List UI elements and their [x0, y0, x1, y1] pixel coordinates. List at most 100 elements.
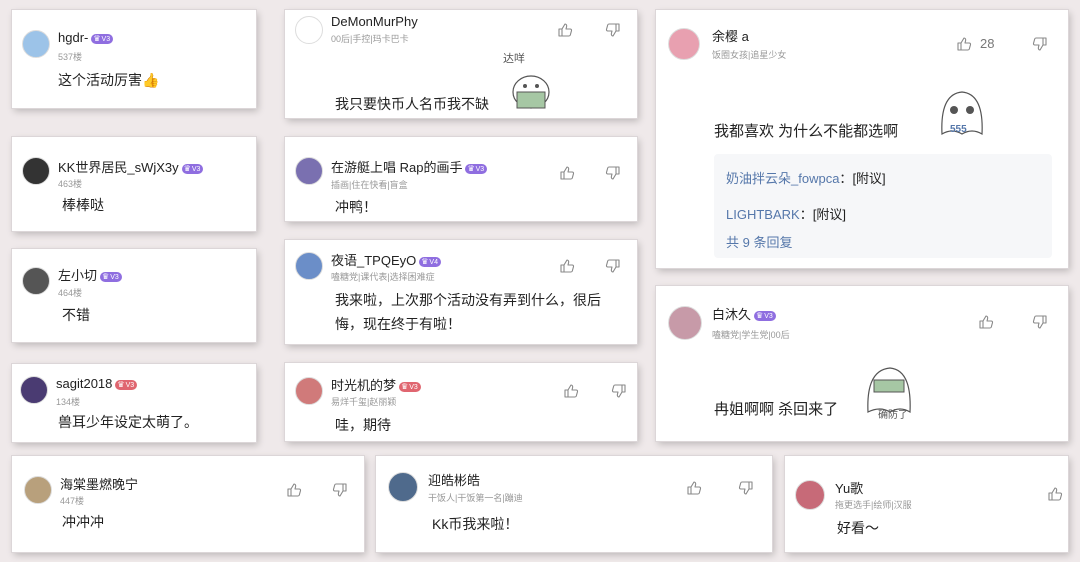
comment-text: Kk币我来啦！	[432, 516, 519, 532]
comment-text: 我来啦，上次那个活动没有弄到什么，很后悔，现在终于有啦！	[335, 292, 601, 332]
username[interactable]: KK世界居民_sWjX3yV3	[58, 157, 204, 176]
comment-card-time-machine: 时光机的梦V3 易烊千玺|赵丽颖 哇，期待	[285, 363, 637, 441]
sticker: 达咩	[499, 52, 559, 112]
level-badge: V3	[115, 379, 138, 390]
comment-text: 好看～	[837, 520, 879, 536]
username[interactable]: 在游艇上唱 Rap的画手V3	[331, 157, 488, 176]
comment-card-yuge: Yu歌 拖更选手|绘师|汉服 好看～	[785, 456, 1068, 552]
thumbs-down-icon[interactable]	[1032, 314, 1048, 330]
comment-meta: 饭圈女孩|追星少女	[712, 50, 787, 60]
username[interactable]: 海棠墨燃晚宁	[60, 474, 138, 493]
comment-text: 冲冲冲	[62, 514, 104, 530]
avatar[interactable]	[295, 252, 323, 280]
username[interactable]: Yu歌	[835, 478, 863, 497]
thumbs-down-icon[interactable]	[1032, 36, 1048, 52]
sticker-caption: 达咩	[503, 53, 525, 65]
sticker: 555	[930, 82, 990, 142]
thumbs-down-icon[interactable]	[611, 383, 627, 399]
comment-text: 冉姐啊啊 杀回来了	[714, 401, 839, 418]
comment-meta: 嗑糖党|课代表|选择困难症	[331, 272, 435, 282]
avatar[interactable]	[295, 16, 323, 44]
thumbs-up-icon[interactable]	[1047, 486, 1063, 502]
username[interactable]: hgdr-V3	[58, 30, 114, 45]
avatar[interactable]	[388, 472, 418, 502]
comment-card-rap-painter: 在游艇上唱 Rap的画手V3 插画|住在快看|盲盒 冲鸭！	[285, 137, 637, 221]
comment-card-yinghao: 迎皓彬皓 干饭人|干饭第一名|蹦迪 Kk币我来啦！	[376, 456, 772, 552]
comment-text: 我只要快币人名币我不缺	[335, 96, 489, 112]
avatar[interactable]	[20, 376, 48, 404]
avatar[interactable]	[295, 377, 323, 405]
sticker-caption: 确防了	[878, 410, 908, 421]
avatar[interactable]	[668, 28, 700, 60]
comment-text: 棒棒哒	[62, 197, 104, 213]
username[interactable]: 余樱 a	[712, 26, 749, 45]
thumbs-up-icon[interactable]	[559, 165, 575, 181]
comment-meta: 插画|住在快看|盲盒	[331, 180, 408, 190]
thumbs-up-icon[interactable]	[559, 258, 575, 274]
level-badge: V3	[100, 271, 122, 282]
username[interactable]: DeMonMurPhy	[331, 14, 418, 29]
avatar[interactable]	[795, 480, 825, 510]
comment-card-baimujiu: 白沐久V3 嗑糖党|学生党|00后 冉姐啊啊 杀回来了 确防了	[656, 286, 1068, 441]
comment-meta: 嗑糖党|学生党|00后	[712, 330, 790, 340]
comment-meta: 537楼	[58, 52, 83, 62]
avatar[interactable]	[22, 267, 50, 295]
level-badge: V3	[754, 310, 776, 321]
username[interactable]: 左小切V3	[58, 265, 122, 284]
comment-meta: 463楼	[58, 179, 83, 189]
level-badge: V3	[91, 33, 114, 44]
comment-card-zuoxiaoqie: 左小切V3 464楼 不错	[12, 249, 256, 342]
comment-card-kk: KK世界居民_sWjX3yV3 463楼 棒棒哒	[12, 137, 256, 231]
sticker: 确防了	[856, 356, 922, 422]
avatar[interactable]	[668, 306, 702, 340]
username[interactable]: 迎皓彬皓	[428, 470, 480, 489]
username[interactable]: 时光机的梦V3	[331, 375, 421, 394]
avatar[interactable]	[24, 476, 52, 504]
thumbs-up-icon[interactable]	[956, 36, 972, 52]
username[interactable]: 白沐久V3	[712, 304, 776, 323]
comment-meta: 00后|手控|玛卡巴卡	[331, 34, 409, 44]
thumbs-up-icon[interactable]	[286, 482, 302, 498]
username[interactable]: 夜语_TPQEyOV4	[331, 250, 441, 269]
comment-text: 不错	[62, 307, 90, 323]
reply-item[interactable]: LIGHTBARK：[附议]	[726, 204, 846, 223]
thumbs-up-icon[interactable]	[557, 22, 573, 38]
level-badge: V3	[181, 163, 204, 174]
comment-meta: 干饭人|干饭第一名|蹦迪	[428, 493, 523, 503]
thumbs-down-icon[interactable]	[605, 165, 621, 181]
thumbs-up-emoji: 👍	[142, 72, 160, 88]
avatar[interactable]	[22, 30, 50, 58]
comment-text: 兽耳少年设定太萌了。	[58, 414, 198, 430]
comment-text: 冲鸭！	[335, 199, 377, 215]
comment-meta: 易烊千玺|赵丽颖	[331, 397, 397, 407]
comment-card-hgdr: hgdr-V3 537楼 这个活动厉害👍	[12, 10, 256, 108]
comment-card-demonmurphy: DeMonMurPhy 00后|手控|玛卡巴卡 我只要快币人名币我不缺 达咩	[285, 10, 637, 118]
comment-meta: 447楼	[60, 496, 85, 506]
comment-meta: 拖更选手|绘师|汉服	[835, 500, 912, 510]
level-badge: V3	[399, 381, 421, 392]
like-count: 28	[980, 36, 995, 51]
thumbs-down-icon[interactable]	[605, 22, 621, 38]
comment-card-sagit2018: sagit2018V3 134楼 兽耳少年设定太萌了。	[12, 364, 256, 442]
comment-text: 哇，期待	[335, 417, 391, 433]
thumbs-up-icon[interactable]	[563, 383, 579, 399]
comment-card-haitang: 海棠墨燃晚宁 447楼 冲冲冲	[12, 456, 364, 552]
avatar[interactable]	[295, 157, 323, 185]
reply-item[interactable]: 奶油拌云朵_fowpca：[附议]	[726, 168, 886, 187]
thumbs-down-icon[interactable]	[605, 258, 621, 274]
thumbs-down-icon[interactable]	[332, 482, 348, 498]
level-badge: V4	[419, 256, 441, 267]
comment-text: 这个活动厉害👍	[58, 72, 160, 88]
reply-box: 奶油拌云朵_fowpca：[附议] LIGHTBARK：[附议] 共 9 条回复	[714, 154, 1052, 258]
comment-card-yuying: 余樱 a 饭圈女孩|追星少女 28 我都喜欢 为什么不能都选啊 555 奶油拌云…	[656, 10, 1068, 268]
comment-text: 我都喜欢 为什么不能都选啊	[714, 123, 899, 140]
level-badge: V3	[465, 163, 488, 174]
view-all-replies-link[interactable]: 共 9 条回复	[726, 232, 792, 251]
thumbs-up-icon[interactable]	[686, 480, 702, 496]
avatar[interactable]	[22, 157, 50, 185]
thumbs-down-icon[interactable]	[738, 480, 754, 496]
comment-meta: 464楼	[58, 288, 83, 298]
username[interactable]: sagit2018V3	[56, 376, 138, 391]
sticker-caption: 555	[950, 124, 967, 135]
thumbs-up-icon[interactable]	[978, 314, 994, 330]
